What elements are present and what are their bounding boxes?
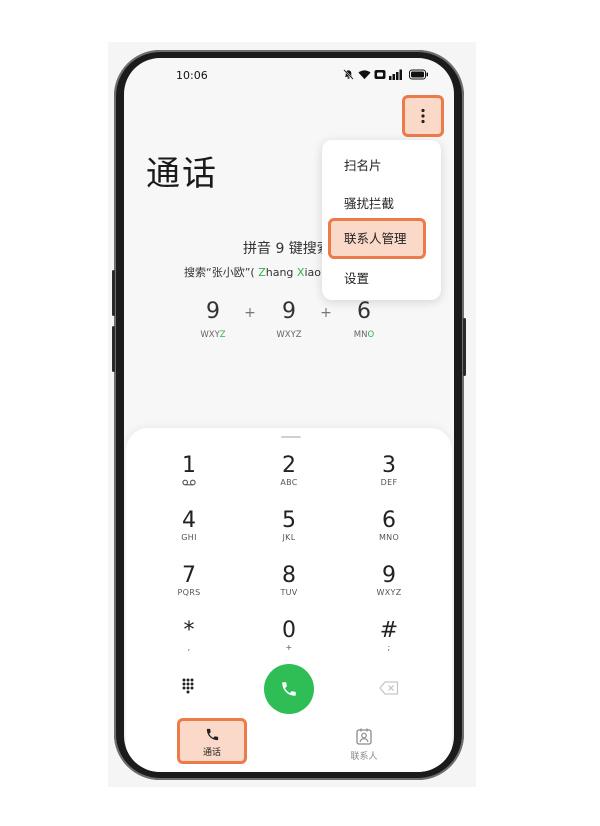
- volte-icon: [374, 70, 386, 79]
- status-bar: 10:06: [124, 58, 454, 94]
- key-6-letters: MNO: [378, 533, 400, 542]
- key-9[interactable]: 9 WXYZ: [349, 564, 429, 614]
- hint-letter-z: Z: [258, 266, 266, 279]
- status-time: 10:06: [176, 69, 208, 82]
- overflow-menu: 扫名片 骚扰拦截 联系人管理 设置: [322, 140, 441, 300]
- key-3-digit: 3: [382, 453, 396, 478]
- key-1[interactable]: 1: [149, 454, 229, 504]
- hint-hang: hang: [265, 266, 297, 279]
- key-4[interactable]: 4 GHI: [149, 509, 229, 559]
- phone-screen: 10:06 通话 拼音 9 键搜索 搜索“张小欧”(Zhang Xiao 9 …: [124, 58, 454, 772]
- key-9-letters: WXYZ: [376, 588, 402, 597]
- page-title: 通话: [146, 154, 218, 194]
- menu-item-scan-card[interactable]: 扫名片: [344, 155, 382, 174]
- mute-bell-icon: [343, 69, 354, 80]
- pinyin-hint-title: 拼音 9 键搜索: [243, 241, 331, 257]
- key-8[interactable]: 8 TUV: [249, 564, 329, 614]
- combo-digit-2: 9: [282, 299, 296, 324]
- key-8-letters: TUV: [280, 588, 298, 597]
- combo-digit-1: 9: [206, 299, 220, 324]
- side-button-left-2: [112, 326, 115, 372]
- key-hash[interactable]: # ;: [349, 619, 429, 669]
- key-3-letters: DEF: [380, 478, 398, 487]
- key-8-digit: 8: [282, 563, 296, 588]
- key-star[interactable]: * ,: [149, 619, 229, 669]
- voicemail-icon: [182, 479, 196, 486]
- key-4-digit: 4: [182, 508, 196, 533]
- call-button[interactable]: [264, 664, 314, 714]
- combo-plus-1: +: [244, 305, 256, 321]
- combo-digit-3: 6: [357, 299, 371, 324]
- combo-letters-1-green: Z: [219, 330, 226, 340]
- combo-letters-3-plain: MN: [353, 330, 368, 340]
- combo-letters-1-plain: WXY: [200, 330, 220, 340]
- battery-icon: [409, 69, 428, 80]
- key-4-letters: GHI: [181, 533, 197, 542]
- key-5-digit: 5: [282, 508, 296, 533]
- combo-plus-2: +: [320, 305, 332, 321]
- stage: 10:06 通话 拼音 9 键搜索 搜索“张小欧”(Zhang Xiao 9 …: [0, 0, 600, 826]
- combo-letters-2: WXYZ: [269, 330, 309, 340]
- tab-call-label: 通话: [202, 748, 221, 758]
- key-hash-letters: ;: [387, 643, 391, 652]
- key-6-digit: 6: [382, 508, 396, 533]
- contact-card-icon: [356, 728, 372, 745]
- key-5[interactable]: 5 JKL: [249, 509, 329, 559]
- tab-contacts[interactable]: 联系人: [342, 728, 386, 762]
- wifi-icon: [358, 70, 371, 80]
- more-options-button[interactable]: [402, 95, 444, 137]
- sheet-grabber[interactable]: [281, 436, 301, 438]
- key-6[interactable]: 6 MNO: [349, 509, 429, 559]
- key-7-letters: PQRS: [177, 588, 201, 597]
- combo-letters-3: MNO: [344, 330, 384, 340]
- side-button-left-1: [112, 270, 115, 316]
- key-hash-symbol: #: [379, 618, 399, 643]
- key-1-voicemail: [149, 478, 229, 488]
- key-star-letters: ,: [187, 643, 191, 652]
- tab-contacts-label: 联系人: [350, 752, 378, 762]
- side-button-right: [463, 318, 466, 376]
- menu-item-settings[interactable]: 设置: [344, 268, 369, 287]
- combo-letters-1: WXYZ: [193, 330, 233, 340]
- tab-call[interactable]: 通话: [177, 718, 247, 764]
- dialpad-toggle-icon[interactable]: [182, 678, 198, 694]
- key-star-symbol: *: [183, 618, 195, 643]
- key-7-digit: 7: [182, 563, 196, 588]
- phone-icon: [282, 682, 296, 696]
- key-0[interactable]: 0 +: [249, 619, 329, 669]
- key-2-digit: 2: [282, 453, 296, 478]
- key-2[interactable]: 2 ABC: [249, 454, 329, 504]
- combo-letters-3-green: O: [367, 330, 375, 340]
- backspace-icon[interactable]: [379, 681, 399, 695]
- key-9-digit: 9: [382, 563, 396, 588]
- key-3[interactable]: 3 DEF: [349, 454, 429, 504]
- dialpad-sheet: 1 2 ABC 3 DEF 4 GHI 5 JKL 6 MNO 7 PQRS 8…: [126, 428, 452, 772]
- menu-item-harassment-block[interactable]: 骚扰拦截: [344, 193, 394, 212]
- pinyin-hint-example: 搜索“张小欧”( Zhang Xiao O: [184, 264, 333, 280]
- status-icons: [343, 69, 433, 81]
- key-1-digit: 1: [182, 453, 196, 478]
- key-0-digit: 0: [282, 618, 296, 643]
- key-5-letters: JKL: [282, 533, 296, 542]
- key-2-letters: ABC: [280, 478, 298, 487]
- hint-prefix: 搜索“张小欧”(: [184, 266, 259, 279]
- menu-item-contacts-management[interactable]: 联系人管理: [328, 218, 426, 259]
- key-0-letters: +: [285, 643, 293, 652]
- phone-icon: [206, 728, 219, 741]
- more-vertical-icon: [421, 108, 425, 124]
- combo-letters-2-plain: WXYZ: [276, 330, 302, 340]
- signal-icon: [389, 69, 402, 80]
- key-7[interactable]: 7 PQRS: [149, 564, 229, 614]
